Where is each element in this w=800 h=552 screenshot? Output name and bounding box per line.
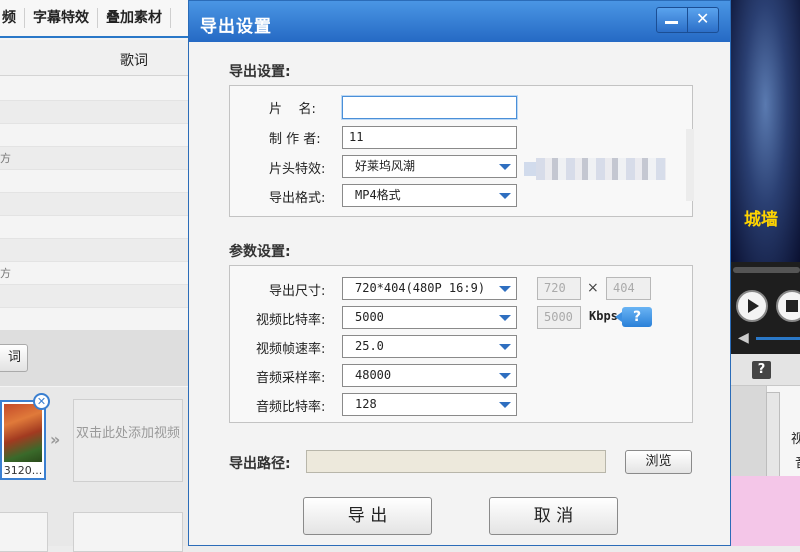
audio-bitrate-select[interactable]: 128 — [342, 393, 517, 416]
frame-rate-value: 25.0 — [355, 339, 384, 353]
minimize-button[interactable] — [657, 8, 688, 32]
audio-bitrate-value: 128 — [355, 397, 377, 411]
bg-tab-subtitle-effects[interactable]: 字幕特效 — [25, 8, 98, 28]
list-row — [0, 193, 188, 216]
author-input[interactable]: 11 — [342, 126, 517, 149]
sample-rate-select[interactable]: 48000 — [342, 364, 517, 387]
sample-rate-value: 48000 — [355, 368, 392, 382]
export-settings-dialog: 导出设置 ✕ 导出设置: 片 名: 制 作 者: 11 片头特效: 好莱坞风潮 … — [188, 0, 731, 546]
list-row: 方 — [0, 147, 188, 170]
list-row — [0, 239, 188, 262]
lyrics-button-area — [0, 330, 188, 386]
export-size-value: 720*404(480P 16:9) — [355, 281, 486, 295]
panel-text: 视 — [791, 432, 800, 447]
export-section-title: 导出设置: — [229, 64, 291, 80]
intro-effect-select[interactable]: 好莱坞风潮 — [342, 155, 517, 178]
list-row — [0, 78, 188, 101]
export-button[interactable]: 导 出 — [303, 497, 432, 535]
lyrics-column-header: 歌词 — [0, 40, 188, 76]
chevron-down-icon — [499, 164, 511, 170]
name-input[interactable] — [342, 96, 517, 119]
cancel-button[interactable]: 取 消 — [489, 497, 618, 535]
play-icon[interactable] — [736, 290, 768, 322]
close-button[interactable]: ✕ — [688, 8, 718, 32]
author-label: 制 作 者: — [269, 132, 321, 147]
stop-icon[interactable] — [776, 290, 800, 322]
frame-rate-select[interactable]: 25.0 — [342, 335, 517, 358]
width-input[interactable]: 720 — [537, 277, 581, 300]
lyrics-column-label: 歌词 — [120, 53, 148, 69]
volume-slider[interactable] — [756, 337, 800, 340]
intro-effect-value: 好莱坞风潮 — [355, 159, 416, 173]
chevron-down-icon — [499, 315, 511, 321]
audio-bitrate-label: 音频比特率: — [256, 400, 326, 415]
chevron-down-icon — [499, 373, 511, 379]
timeline-slot[interactable] — [0, 512, 48, 552]
export-path-input[interactable] — [306, 450, 606, 473]
video-bitrate-input[interactable]: 5000 — [537, 306, 581, 329]
frame-rate-label: 视频帧速率: — [256, 342, 326, 357]
list-row — [0, 101, 188, 124]
blurred-region — [686, 129, 694, 201]
sample-rate-label: 音频采样率: — [256, 371, 326, 386]
close-icon[interactable]: ✕ — [33, 393, 50, 410]
scrollbar[interactable] — [766, 392, 780, 480]
blurred-preview — [524, 158, 666, 180]
list-row — [0, 308, 188, 331]
export-format-select[interactable]: MP4格式 — [342, 184, 517, 207]
export-size-label: 导出尺寸: — [269, 284, 326, 299]
chevron-right-icon: » — [50, 430, 61, 449]
chevron-down-icon — [499, 286, 511, 292]
list-row-text: 方 — [0, 267, 11, 280]
intro-effect-label: 片头特效: — [269, 162, 326, 177]
video-bitrate-value: 5000 — [355, 310, 384, 324]
export-format-value: MP4格式 — [355, 188, 401, 202]
player-progress-bar[interactable] — [733, 267, 800, 273]
height-input[interactable]: 404 — [606, 277, 651, 300]
window-controls: ✕ — [656, 7, 719, 33]
close-icon: ✕ — [696, 9, 710, 28]
name-label: 片 名: — [269, 102, 316, 117]
browse-button[interactable]: 浏览 — [625, 450, 692, 474]
export-format-label: 导出格式: — [269, 191, 326, 206]
dialog-title: 导出设置 — [200, 17, 272, 37]
video-bitrate-label: 视频比特率: — [256, 313, 326, 328]
chevron-down-icon — [499, 402, 511, 408]
kbps-label: Kbps — [589, 309, 618, 323]
export-path-label: 导出路径: — [229, 456, 291, 472]
thumbnail-caption: 3120... — [3, 464, 43, 477]
chevron-down-icon — [499, 344, 511, 350]
list-row: 方 — [0, 262, 188, 285]
video-subtitle: 城墙 — [744, 210, 778, 230]
lyrics-button[interactable]: 词 — [0, 344, 28, 372]
export-size-select[interactable]: 720*404(480P 16:9) — [342, 277, 517, 300]
times-sign: × — [587, 280, 599, 296]
help-icon[interactable]: ? — [752, 361, 771, 379]
volume-icon[interactable]: ◀ — [738, 330, 749, 346]
list-row — [0, 216, 188, 239]
list-row-text: 方 — [0, 152, 11, 165]
video-bitrate-select[interactable]: 5000 — [342, 306, 517, 329]
timeline-slot[interactable] — [73, 512, 183, 552]
list-row — [0, 170, 188, 193]
dialog-titlebar[interactable]: 导出设置 ✕ — [189, 1, 730, 42]
minimize-icon — [665, 21, 679, 24]
thumbnail-image — [4, 404, 42, 462]
add-video-slot[interactable]: 双击此处添加视频 — [73, 399, 183, 482]
help-icon[interactable]: ? — [615, 307, 652, 327]
bg-tab-overlay-material[interactable]: 叠加素材 — [98, 8, 171, 28]
list-row — [0, 285, 188, 308]
params-section-title: 参数设置: — [229, 244, 291, 260]
video-thumbnail[interactable]: 3120... — [0, 400, 46, 480]
list-row — [0, 124, 188, 147]
panel-text: 音 — [795, 452, 800, 471]
background-tab-bar: 频 字幕特效 叠加素材 — [0, 0, 188, 38]
bg-tab-video[interactable]: 频 — [0, 8, 25, 28]
chevron-down-icon — [499, 193, 511, 199]
